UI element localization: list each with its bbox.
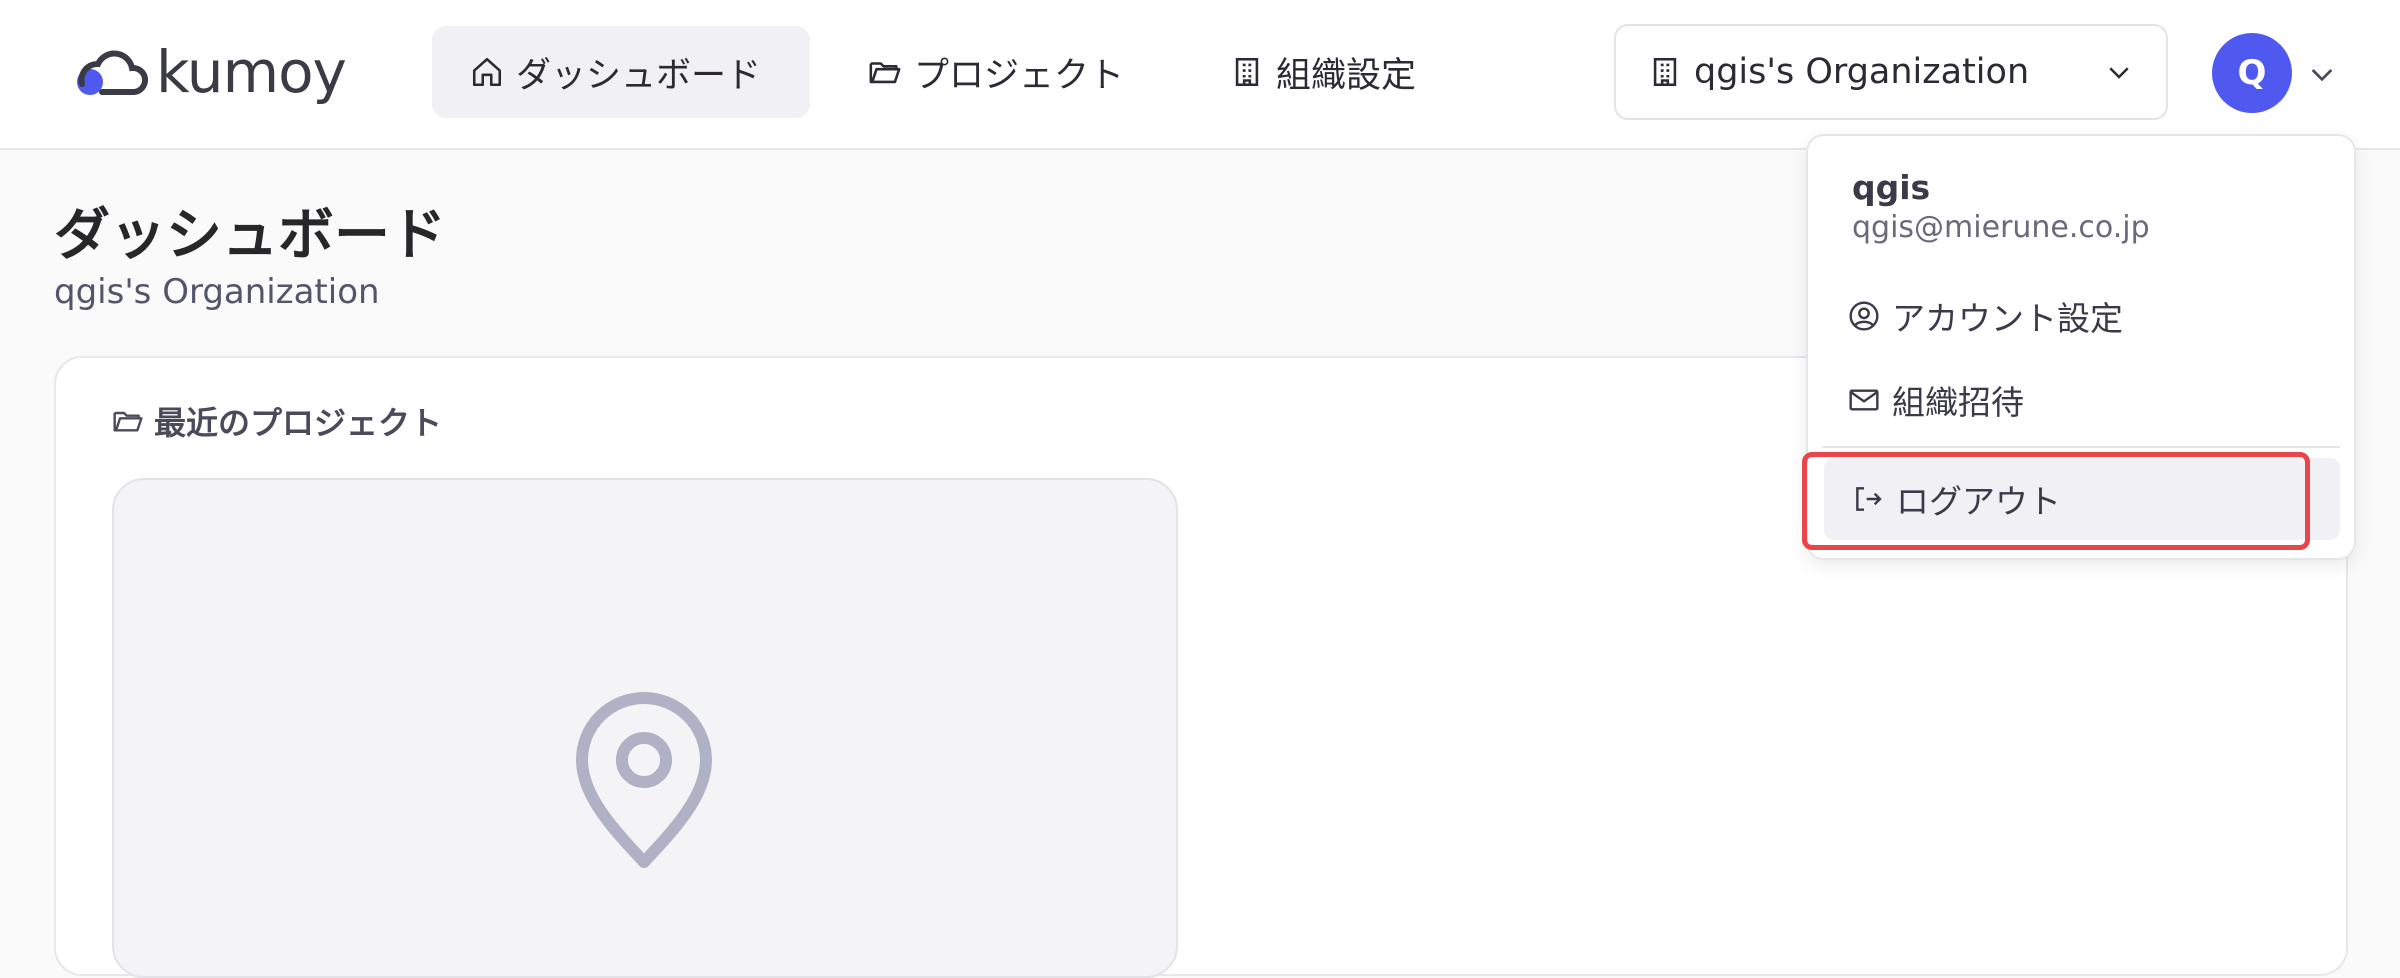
recent-projects-heading: 最近のプロジェクト: [112, 398, 442, 444]
nav-dashboard-label: ダッシュボード: [516, 55, 762, 96]
cloud-logo-icon: [77, 50, 148, 95]
user-avatar[interactable]: Q: [2212, 33, 2292, 113]
organization-select-value: qgis's Organization: [1694, 52, 2030, 92]
nav-org-settings-label: 組織設定: [1276, 55, 1417, 96]
organization-select[interactable]: qgis's Organization: [1614, 24, 2168, 120]
nav-projects-label: プロジェクト: [914, 55, 1125, 96]
logout-menu-item[interactable]: ログアウト: [1824, 458, 2340, 540]
nav-dashboard[interactable]: ダッシュボード: [432, 26, 810, 118]
menu-item-label: アカウント設定: [1892, 299, 2123, 338]
folder-icon: [112, 405, 144, 437]
top-header: kumoy ダッシュボード プロジェクト 組織設定 qgis's Organiz…: [0, 0, 2400, 150]
logout-label: ログアウト: [1896, 482, 2061, 521]
menu-divider: [1822, 446, 2340, 448]
page-title: ダッシュボード: [54, 203, 446, 268]
nav-org-settings[interactable]: 組織設定: [1192, 26, 1454, 118]
user-name: qgis: [1852, 168, 1931, 207]
page-subtitle: qgis's Organization: [54, 272, 380, 312]
home-icon: [470, 55, 504, 89]
nav-projects[interactable]: プロジェクト: [830, 26, 1162, 118]
folder-icon: [868, 55, 902, 89]
kumoy-logo[interactable]: kumoy: [68, 36, 347, 108]
chevron-down-icon: [2104, 57, 2134, 87]
user-email: qgis@mierune.co.jp: [1852, 210, 2150, 245]
mail-icon: [1848, 384, 1880, 416]
building-icon: [1230, 55, 1264, 89]
menu-item-account-settings[interactable]: アカウント設定: [1848, 292, 2123, 340]
logo-text: kumoy: [156, 38, 347, 106]
chevron-down-icon[interactable]: [2306, 58, 2338, 90]
logout-icon: [1852, 483, 1884, 515]
map-pin-icon: [576, 692, 712, 868]
user-circle-icon: [1848, 300, 1880, 332]
menu-item-org-invite[interactable]: 組織招待: [1848, 376, 2024, 424]
recent-projects-title: 最近のプロジェクト: [154, 404, 443, 442]
building-icon: [1648, 55, 1682, 89]
menu-item-label: 組織招待: [1892, 383, 2024, 422]
